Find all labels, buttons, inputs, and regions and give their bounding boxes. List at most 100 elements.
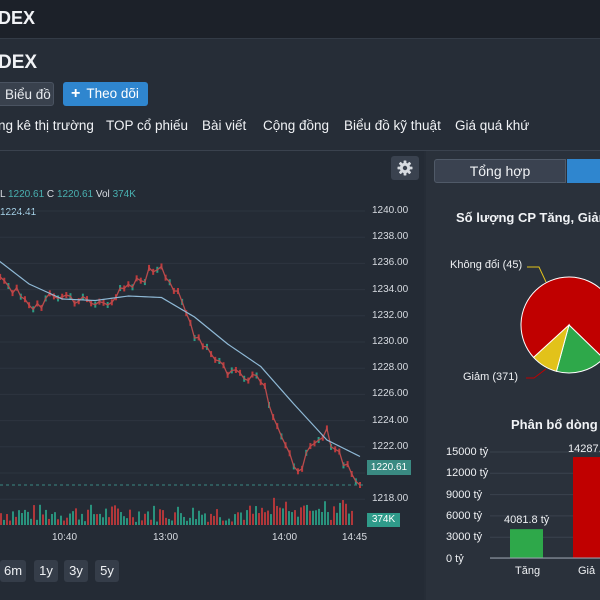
- volume-bar: [195, 519, 197, 525]
- volume-bar: [297, 516, 299, 525]
- volume-bar: [270, 514, 272, 525]
- volume-bar: [18, 510, 20, 525]
- volume-bar: [288, 511, 290, 525]
- volume-bar: [132, 517, 134, 525]
- volume-bar: [48, 518, 50, 525]
- volume-bar: [0, 513, 2, 525]
- volume-bar: [171, 520, 173, 525]
- flow-bar: [573, 457, 600, 558]
- volume-bar: [231, 521, 233, 525]
- volume-bar: [9, 520, 11, 525]
- volume-bar: [219, 517, 221, 525]
- nav-top-stocks[interactable]: TOP cổ phiếu: [106, 118, 188, 133]
- volume-bar: [255, 506, 257, 525]
- volume-bar: [189, 517, 191, 525]
- price-tick: 1238.00: [372, 231, 409, 243]
- volume-bar: [135, 521, 137, 525]
- top-bar: DEX: [0, 0, 600, 39]
- volume-bar: [177, 506, 179, 525]
- volume-bar: [282, 508, 284, 525]
- flow-cat-down: Giả: [578, 565, 596, 577]
- volume-bar: [99, 513, 101, 525]
- price-chart[interactable]: [0, 151, 424, 546]
- nav-past-prices[interactable]: Giá quá khứ: [455, 118, 529, 133]
- volume-bar: [204, 513, 206, 525]
- range-6m-button[interactable]: 6m: [0, 560, 26, 582]
- volume-bar: [45, 509, 47, 525]
- volume-bar: [36, 519, 38, 525]
- volume-bar: [21, 513, 23, 525]
- volume-bar: [96, 514, 98, 525]
- flow-up-value: 4081.8 tỷ: [504, 514, 550, 526]
- volume-bar: [276, 505, 278, 525]
- follow-button[interactable]: + Theo dõi: [63, 82, 148, 106]
- volume-bar: [246, 510, 248, 525]
- price-tick: 1240.00: [372, 205, 409, 216]
- page-title: DEX: [0, 52, 38, 73]
- volume-bar: [78, 519, 80, 525]
- volume-bar: [186, 520, 188, 525]
- volume-bar: [333, 506, 335, 525]
- volume-bar: [339, 502, 341, 525]
- volume-bar: [225, 520, 227, 525]
- volume-bar: [201, 514, 203, 525]
- volume-bar: [174, 512, 176, 525]
- tab-active[interactable]: [567, 159, 600, 183]
- price-tick: 1226.00: [372, 388, 409, 400]
- price-tick: 1222.00: [372, 440, 409, 452]
- volume-bar: [192, 507, 194, 525]
- volume-bar: [216, 509, 218, 525]
- volume-bar: [66, 517, 68, 525]
- volume-bar: [123, 516, 125, 525]
- time-tick: 13:00: [153, 532, 179, 543]
- volume-bar: [162, 510, 164, 525]
- volume-bar: [279, 507, 281, 525]
- volume-bar: [342, 500, 344, 525]
- volume-bar: [318, 508, 320, 525]
- price-tick: 1230.00: [372, 336, 409, 347]
- volume-bar: [24, 509, 26, 525]
- breadth-pie-chart: [520, 266, 600, 379]
- volume-bar: [222, 520, 224, 525]
- volume-bar: [39, 504, 41, 525]
- volume-bar: [345, 503, 347, 525]
- volume-bar: [54, 512, 56, 525]
- nav-technical-chart[interactable]: Biểu đồ kỹ thuật: [344, 118, 441, 133]
- price-tick: 1218.00: [372, 493, 409, 505]
- nav-articles[interactable]: Bài viết: [202, 118, 246, 133]
- volume-bar: [144, 513, 146, 525]
- volume-bar: [324, 501, 326, 525]
- volume-tag: 374K: [367, 513, 400, 527]
- price-tick: 1228.00: [372, 362, 409, 374]
- volume-bar: [87, 509, 89, 525]
- tab-summary[interactable]: Tổng hợp: [434, 159, 566, 183]
- volume-bar: [267, 510, 269, 525]
- volume-bar: [69, 513, 71, 525]
- volume-bar: [252, 513, 254, 525]
- volume-bar: [129, 509, 131, 525]
- price-tick: 1224.00: [372, 414, 409, 426]
- volume-bar: [12, 511, 14, 525]
- volume-bar: [105, 508, 107, 525]
- volume-bar: [234, 514, 236, 525]
- volume-bar: [102, 517, 104, 525]
- volume-bar: [207, 521, 209, 525]
- volume-bar: [336, 512, 338, 525]
- volume-bar: [213, 515, 215, 525]
- volume-bar: [228, 518, 230, 525]
- chart-button[interactable]: Biểu đồ: [0, 82, 54, 106]
- volume-bar: [93, 514, 95, 525]
- range-3y-button[interactable]: 3y: [64, 560, 88, 582]
- nav-community[interactable]: Cộng đồng: [263, 118, 329, 133]
- range-1y-button[interactable]: 1y: [34, 560, 58, 582]
- nav-market-stats[interactable]: ng kê thị trường: [0, 118, 94, 133]
- volume-bar: [285, 501, 287, 525]
- volume-bar: [249, 505, 251, 525]
- volume-bar: [42, 514, 44, 525]
- volume-bar: [60, 515, 62, 525]
- volume-bar: [30, 518, 32, 525]
- volume-bar: [126, 518, 128, 525]
- range-5y-button[interactable]: 5y: [95, 560, 119, 582]
- volume-bar: [114, 505, 116, 525]
- volume-bar: [210, 513, 212, 525]
